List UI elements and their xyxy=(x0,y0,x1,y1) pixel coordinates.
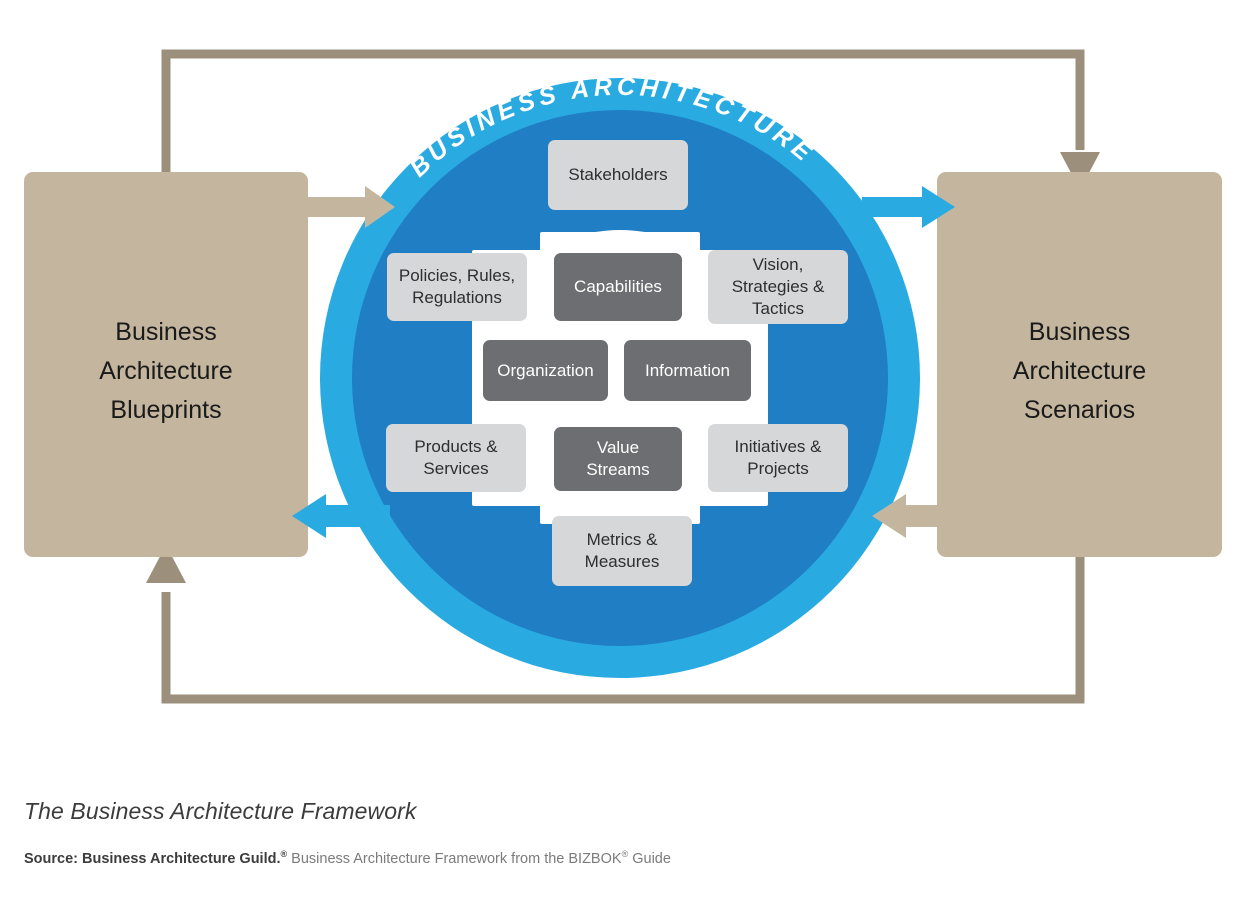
tile-capabilities[interactable]: Capabilities xyxy=(554,253,682,321)
tile-organization[interactable]: Organization xyxy=(483,340,608,401)
tile-value-streams[interactable]: Value Streams xyxy=(554,427,682,491)
tile-initiatives-projects[interactable]: Initiatives & Projects xyxy=(708,424,848,492)
source-label: Source: Business Architecture Guild. xyxy=(24,850,281,867)
figure-source: Source: Business Architecture Guild.® Bu… xyxy=(24,849,671,867)
diagram-canvas: BUSINESS ARCHITECTURE Business Architect… xyxy=(0,0,1246,903)
left-panel-blueprints[interactable] xyxy=(24,172,308,557)
tile-metrics-measures[interactable]: Metrics & Measures xyxy=(552,516,692,586)
tile-policies-rules-regulations[interactable]: Policies, Rules, Regulations xyxy=(387,253,527,321)
figure-title: The Business Architecture Framework xyxy=(24,798,417,824)
source-text-b: Guide xyxy=(628,850,671,867)
tile-products-services[interactable]: Products & Services xyxy=(386,424,526,492)
tile-information[interactable]: Information xyxy=(624,340,751,401)
tile-vision-strategies-tactics[interactable]: Vision, Strategies & Tactics xyxy=(708,250,848,324)
right-panel-scenarios[interactable] xyxy=(937,172,1222,557)
tile-stakeholders[interactable]: Stakeholders xyxy=(548,140,688,210)
source-text-a: Business Architecture Framework from the… xyxy=(287,850,622,867)
